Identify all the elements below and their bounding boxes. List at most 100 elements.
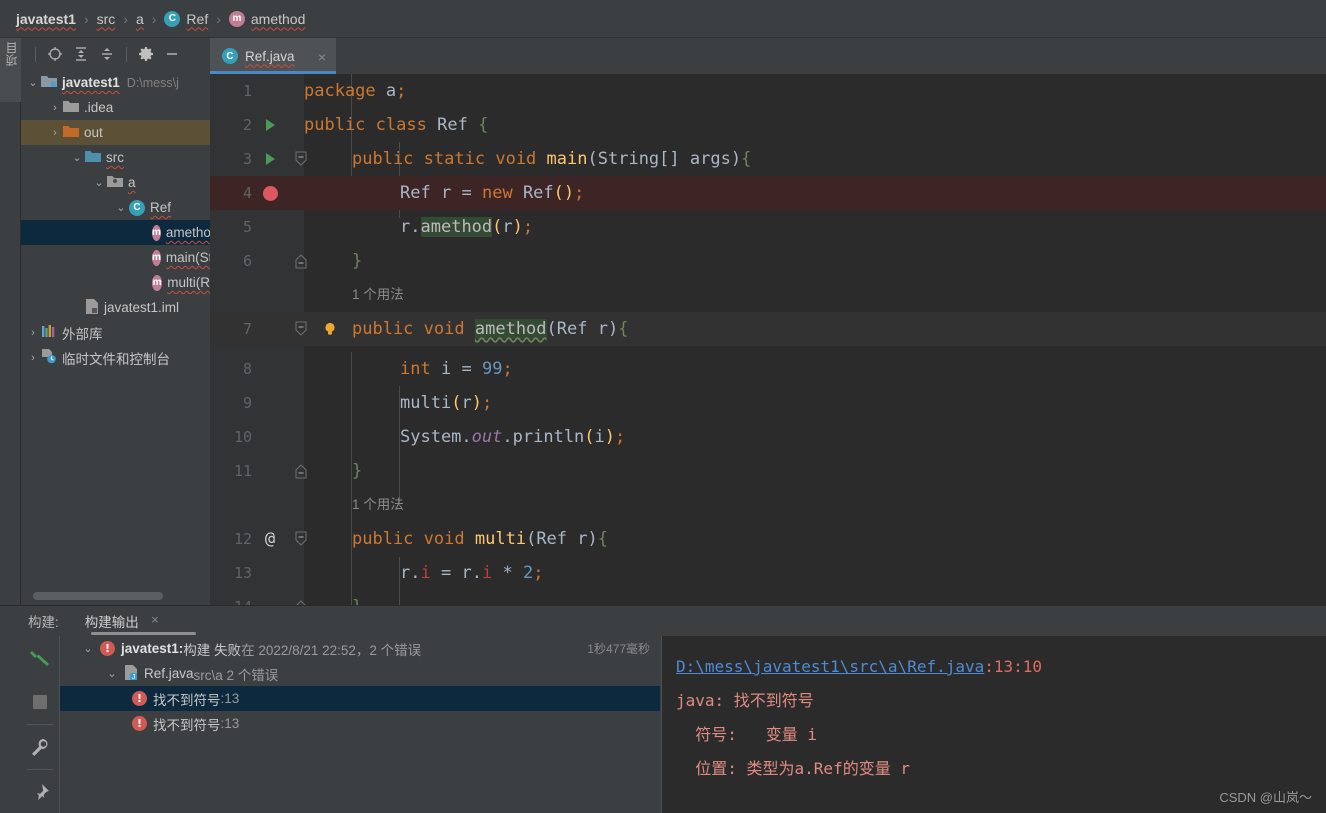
chevron-down-icon[interactable]: ⌄ <box>104 667 120 680</box>
line-number: 1 <box>242 82 252 100</box>
usage-hint[interactable]: 1 个用法 <box>352 488 404 522</box>
code-line: 2 public class Ref { <box>210 108 1326 142</box>
breadcrumb-item-project[interactable]: javatest1 <box>16 11 76 27</box>
build-error-detail: D:\mess\javatest1\src\a\Ref.java:13:10 j… <box>661 636 1326 813</box>
breadcrumb-separator: › <box>83 10 89 27</box>
chevron-right-icon[interactable]: › <box>47 127 63 139</box>
method-icon: m <box>152 274 163 291</box>
fold-collapse-icon[interactable] <box>292 312 310 346</box>
breadcrumb-item-class[interactable]: C Ref <box>164 10 208 27</box>
folder-grey-icon <box>63 100 79 116</box>
line-number: 4 <box>242 184 252 202</box>
code-editor[interactable]: 1 package a; 2 public class Ref { 3 publ… <box>210 74 1326 605</box>
build-row-file[interactable]: ⌄ J Ref.java src\a 2 个错误 <box>60 661 660 686</box>
project-toolbar <box>21 38 210 70</box>
build-row-module[interactable]: ⌄ ! javatest1: 构建 失败 在 2022/8/21 22:52，2… <box>60 636 660 661</box>
code-line: 1 package a; <box>210 74 1326 108</box>
line-content: int i = 99; <box>400 359 513 379</box>
error-icon: ! <box>132 716 147 731</box>
tab-label: Ref.java <box>245 48 295 64</box>
chevron-down-icon[interactable]: ⌄ <box>69 151 85 164</box>
stop-icon[interactable] <box>21 680 59 724</box>
breadcrumb-item-method[interactable]: m amethod <box>228 10 305 27</box>
tree-item-method-amethod[interactable]: m amethod <box>21 220 210 245</box>
line-content: System.out.println(i); <box>400 427 626 447</box>
line-content: r.amethod(r); <box>400 217 534 237</box>
expand-all-icon[interactable] <box>70 43 92 65</box>
breadcrumb: javatest1 › src › a › C Ref › m amethod <box>0 0 1326 38</box>
hide-window-icon[interactable] <box>161 43 183 65</box>
tree-item-class-ref[interactable]: ⌄ C Ref <box>21 195 210 220</box>
line-content: } <box>352 251 363 271</box>
close-icon[interactable]: × <box>151 612 159 627</box>
fold-collapse-icon[interactable] <box>292 142 310 176</box>
chevron-right-icon[interactable]: › <box>25 352 41 364</box>
build-row-file-meta: src\a 2 个错误 <box>193 667 279 683</box>
code-line: 12 @ public void multi(Ref r){ <box>210 522 1326 556</box>
breadcrumb-item-package[interactable]: a <box>136 11 144 27</box>
collapse-all-icon[interactable] <box>96 43 118 65</box>
chevron-down-icon[interactable]: ⌄ <box>25 76 41 89</box>
usage-hint[interactable]: 1 个用法 <box>352 278 404 312</box>
fold-end-icon[interactable] <box>292 590 310 605</box>
line-number: 8 <box>242 360 252 378</box>
build-row-error[interactable]: ! 找不到符号 :13 <box>60 711 660 736</box>
tree-item-out[interactable]: › out <box>21 120 210 145</box>
close-icon[interactable]: × <box>318 49 326 65</box>
wrench-settings-icon[interactable] <box>21 725 59 769</box>
tab-build-output[interactable]: 构建输出 × <box>85 611 159 631</box>
fold-collapse-icon[interactable] <box>292 522 310 556</box>
line-number: 12 <box>233 530 252 548</box>
line-content: r.i = r.i * 2; <box>400 563 544 583</box>
class-icon: C <box>129 199 145 216</box>
breadcrumb-separator: › <box>123 10 128 27</box>
tab-ref-java[interactable]: C Ref.java × <box>210 38 336 74</box>
project-hscrollbar-track[interactable] <box>21 590 210 601</box>
chevron-right-icon[interactable]: › <box>47 102 63 114</box>
fold-end-icon[interactable] <box>292 454 310 488</box>
code-line: 8 int i = 99; <box>210 352 1326 386</box>
line-content: public static void main(String[] args){ <box>352 149 752 169</box>
build-row-error[interactable]: ! 找不到符号 :13 <box>60 686 660 711</box>
chevron-right-icon[interactable]: › <box>25 327 41 339</box>
module-folder-icon <box>41 74 57 91</box>
breadcrumb-item-src[interactable]: src <box>97 11 116 27</box>
fold-end-icon[interactable] <box>292 244 310 278</box>
line-number: 7 <box>242 320 252 338</box>
code-line: 13 r.i = r.i * 2; <box>210 556 1326 590</box>
chevron-down-icon[interactable]: ⌄ <box>113 201 129 214</box>
tree-item-src[interactable]: ⌄ src <box>21 145 210 170</box>
line-number: 6 <box>242 252 252 270</box>
build-tool-window: 构建: 构建输出 × ⌄ ! javatest1: 构建 失败 在 2022/8… <box>0 605 1326 813</box>
tree-item-module[interactable]: ⌄ javatest1 D:\mess\j <box>21 70 210 95</box>
scratches-icon <box>41 348 57 367</box>
chevron-down-icon[interactable]: ⌄ <box>80 642 96 655</box>
project-hscrollbar-thumb[interactable] <box>33 592 163 600</box>
breakpoint-icon[interactable] <box>258 176 282 210</box>
chevron-down-icon[interactable]: ⌄ <box>91 176 107 189</box>
intention-bulb-icon[interactable] <box>318 312 342 346</box>
java-file-icon: J <box>124 664 138 683</box>
tree-item-package-a[interactable]: ⌄ a <box>21 170 210 195</box>
build-row-error-text: 找不到符号 <box>153 717 221 733</box>
method-icon: m <box>228 10 245 27</box>
tree-item-external-libraries[interactable]: › 外部库 <box>21 320 210 345</box>
tree-item-label: a <box>128 175 136 190</box>
watermark: CSDN @山岚～ <box>1219 790 1312 805</box>
pin-icon[interactable] <box>21 770 59 813</box>
tree-item-scratches[interactable]: › 临时文件和控制台 <box>21 345 210 370</box>
project-tool-window: ⌄ javatest1 D:\mess\j › .idea › out ⌄ sr… <box>21 38 210 605</box>
build-row-meta: 在 2022/8/21 22:52，2 个错误 <box>241 642 422 658</box>
line-content: public class Ref { <box>304 115 489 135</box>
locate-icon[interactable] <box>44 43 66 65</box>
run-gutter-icon[interactable] <box>258 142 282 176</box>
error-file-link[interactable]: D:\mess\javatest1\src\a\Ref.java <box>676 657 984 676</box>
tree-item-method-main[interactable]: m main(St <box>21 245 210 270</box>
run-gutter-icon[interactable] <box>258 108 282 142</box>
overridden-at-icon[interactable]: @ <box>258 522 282 556</box>
tree-item-idea[interactable]: › .idea <box>21 95 210 120</box>
tree-item-iml-file[interactable]: javatest1.iml <box>21 295 210 320</box>
settings-gear-icon[interactable] <box>135 43 157 65</box>
build-hammer-icon[interactable] <box>21 636 59 680</box>
tree-item-method-multi[interactable]: m multi(R <box>21 270 210 295</box>
